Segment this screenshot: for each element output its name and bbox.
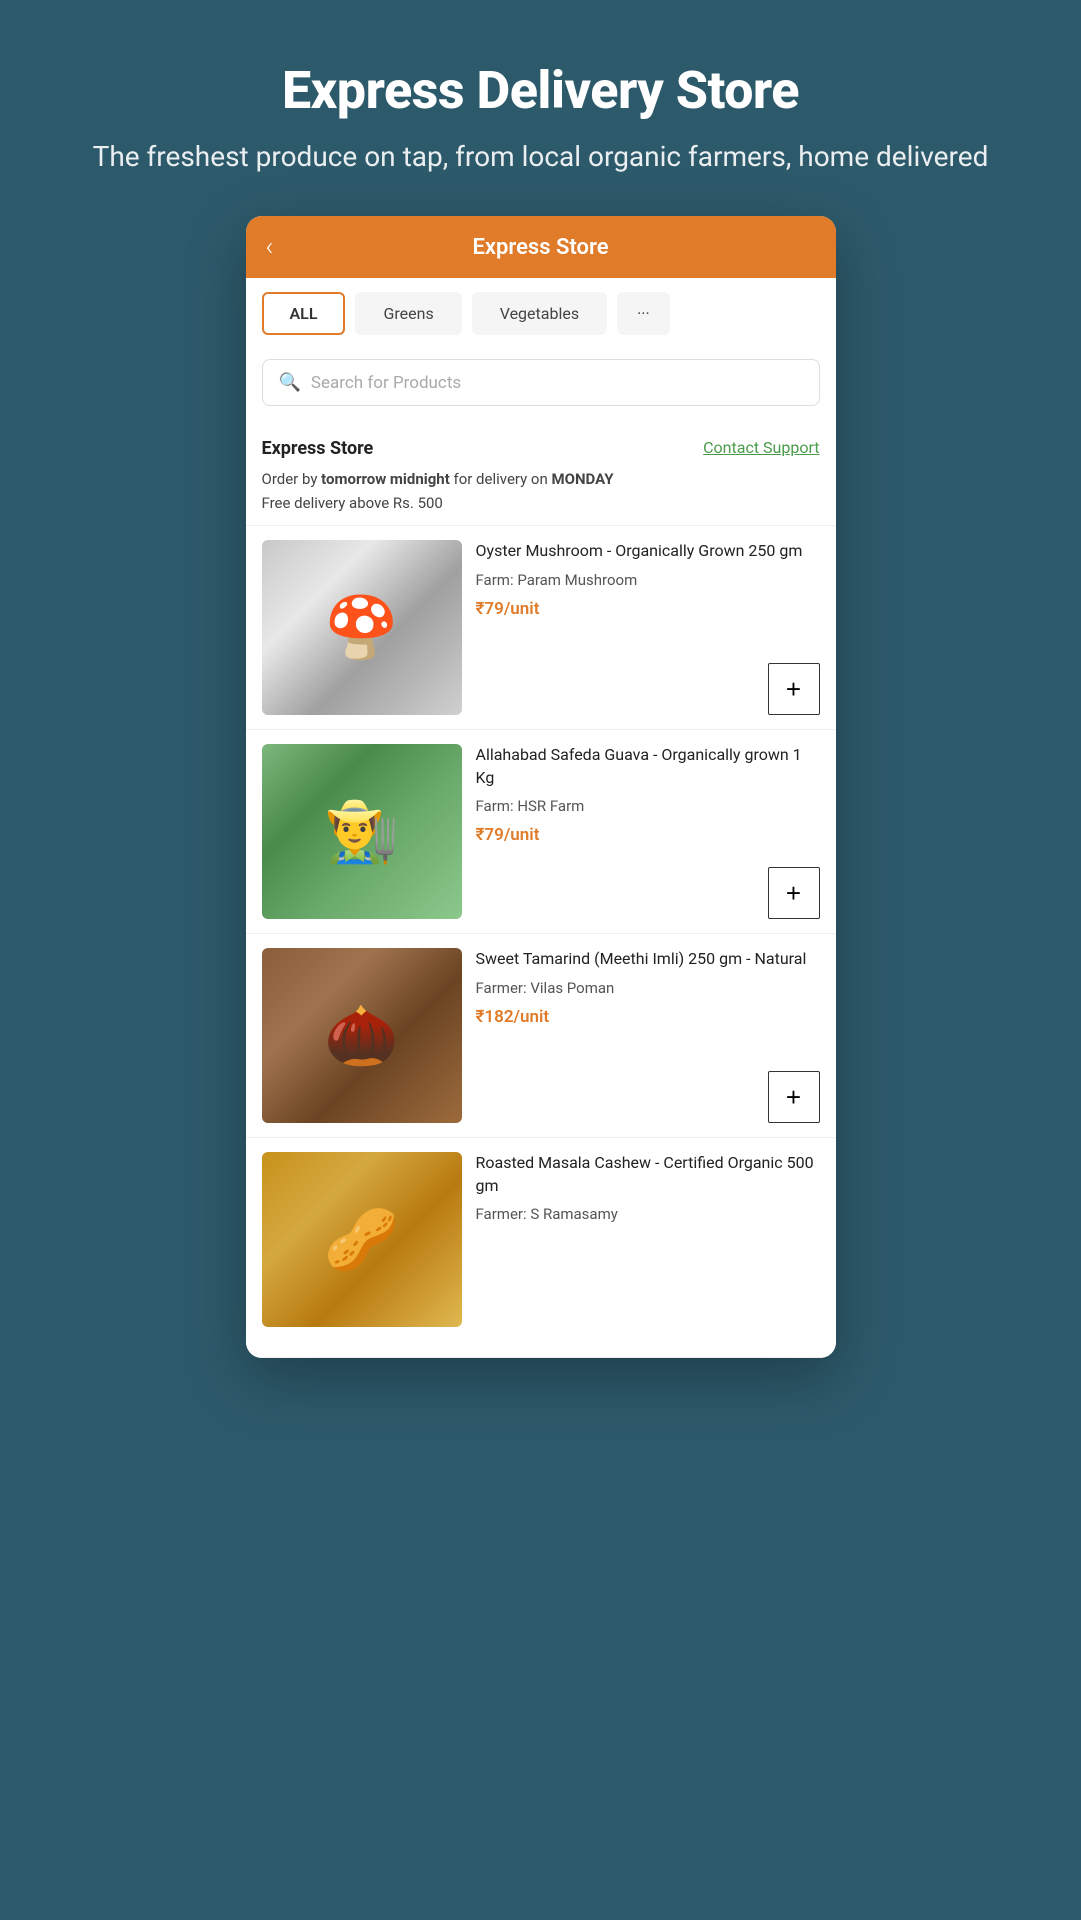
tab-greens[interactable]: Greens (355, 292, 461, 335)
contact-support-link[interactable]: Contact Support (703, 438, 819, 457)
free-delivery-info: Free delivery above Rs. 500 (262, 491, 820, 515)
phone-frame: ‹ Express Store ALL Greens Vegetables ··… (246, 216, 836, 1358)
app-header-title: Express Store (472, 235, 608, 260)
page-header: Express Delivery Store The freshest prod… (13, 60, 1069, 176)
product-name: Sweet Tamarind (Meethi Imli) 250 gm - Na… (476, 948, 820, 970)
product-price: ₹182/unit (476, 1007, 820, 1027)
product-farm: Farmer: Vilas Poman (476, 979, 820, 997)
tab-more[interactable]: ··· (617, 292, 670, 335)
product-image-cashew: 🥜 (262, 1152, 462, 1327)
product-details: Roasted Masala Cashew - Certified Organi… (476, 1152, 820, 1327)
product-farm: Farmer: S Ramasamy (476, 1205, 820, 1223)
add-to-cart-button[interactable]: + (768, 663, 820, 715)
product-name: Oyster Mushroom - Organically Grown 250 … (476, 540, 820, 562)
product-details: Sweet Tamarind (Meethi Imli) 250 gm - Na… (476, 948, 820, 1123)
back-button[interactable]: ‹ (266, 234, 274, 260)
tab-vegetables[interactable]: Vegetables (472, 292, 607, 335)
product-image-mushroom: 🍄 (262, 540, 462, 715)
search-icon: 🔍 (279, 372, 301, 393)
page-subtitle: The freshest produce on tap, from local … (93, 137, 989, 176)
product-item: 🥜 Roasted Masala Cashew - Certified Orga… (246, 1138, 836, 1358)
page-title: Express Delivery Store (93, 60, 989, 121)
product-price: ₹79/unit (476, 599, 820, 619)
product-item: 🍄 Oyster Mushroom - Organically Grown 25… (246, 526, 836, 730)
app-header: ‹ Express Store (246, 216, 836, 278)
category-tabs: ALL Greens Vegetables ··· (246, 278, 836, 349)
store-info: Express Store Contact Support Order by t… (246, 422, 836, 526)
product-image-guava: 👨‍🌾 (262, 744, 462, 919)
add-to-cart-button[interactable]: + (768, 1071, 820, 1123)
product-price: ₹79/unit (476, 825, 820, 845)
product-farm: Farm: HSR Farm (476, 797, 820, 815)
tab-all[interactable]: ALL (262, 292, 346, 335)
product-details: Allahabad Safeda Guava - Organically gro… (476, 744, 820, 919)
product-name: Roasted Masala Cashew - Certified Organi… (476, 1152, 820, 1197)
product-farm: Farm: Param Mushroom (476, 571, 820, 589)
add-to-cart-button[interactable]: + (768, 867, 820, 919)
search-bar[interactable]: 🔍 Search for Products (262, 359, 820, 406)
delivery-info: Order by tomorrow midnight for delivery … (262, 467, 820, 491)
store-name: Express Store (262, 438, 374, 459)
product-item: 🌰 Sweet Tamarind (Meethi Imli) 250 gm - … (246, 934, 836, 1138)
product-image-tamarind: 🌰 (262, 948, 462, 1123)
product-details: Oyster Mushroom - Organically Grown 250 … (476, 540, 820, 715)
product-list: 🍄 Oyster Mushroom - Organically Grown 25… (246, 526, 836, 1358)
search-placeholder-text: Search for Products (311, 373, 461, 393)
search-container: 🔍 Search for Products (246, 349, 836, 422)
store-info-row: Express Store Contact Support (262, 438, 820, 459)
product-name: Allahabad Safeda Guava - Organically gro… (476, 744, 820, 789)
product-item: 👨‍🌾 Allahabad Safeda Guava - Organically… (246, 730, 836, 934)
